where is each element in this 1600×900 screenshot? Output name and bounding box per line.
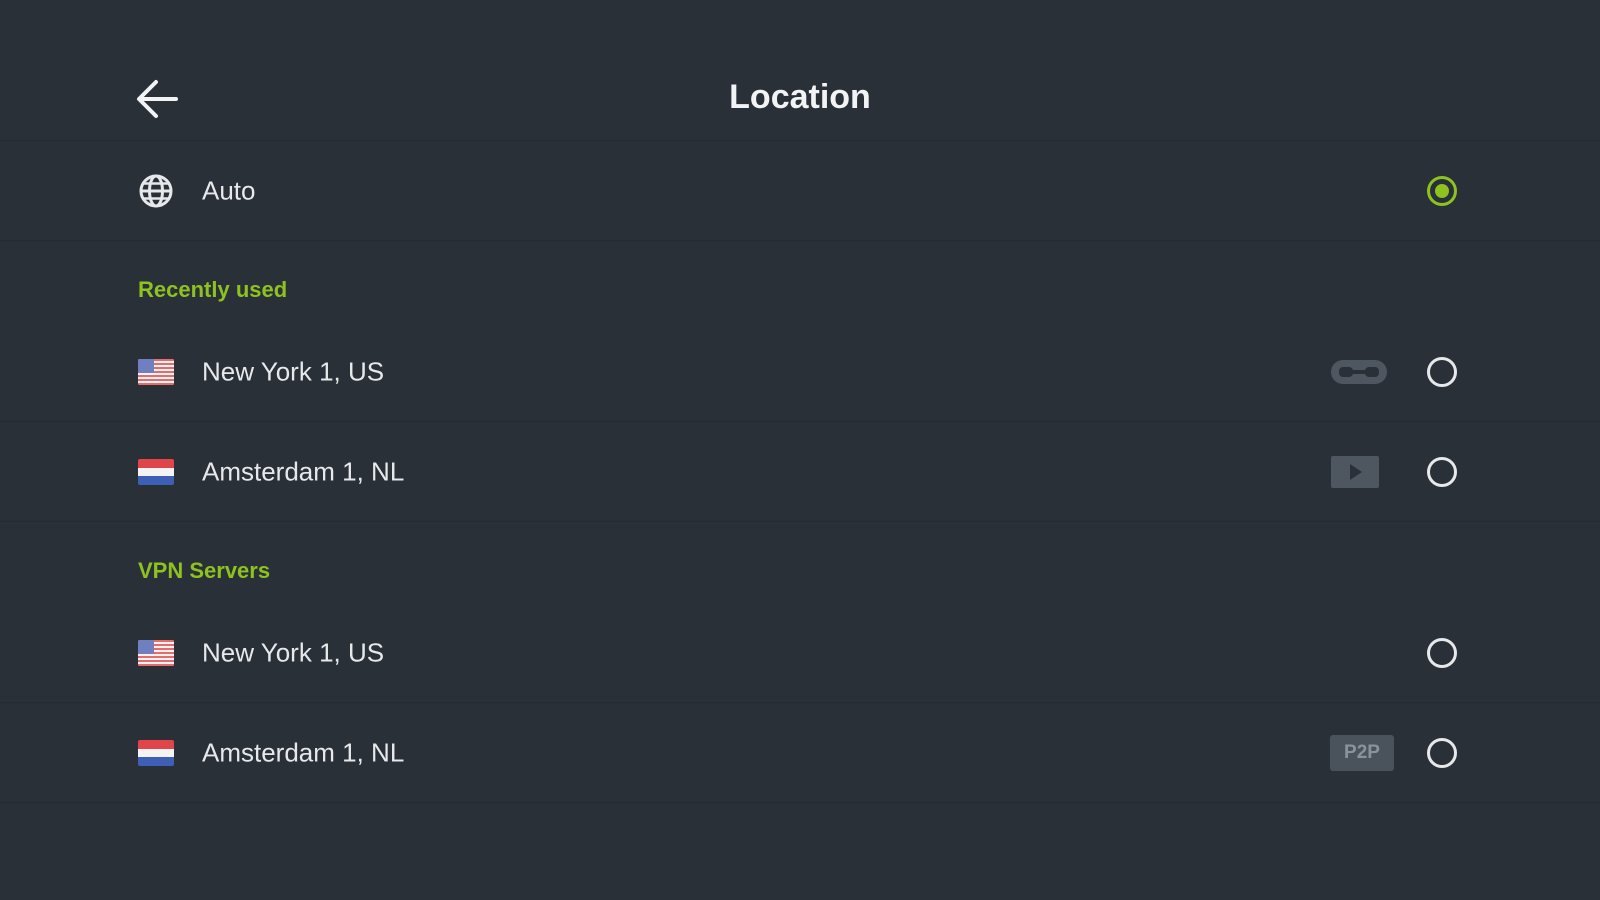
page-title: Location <box>729 78 871 116</box>
globe-icon <box>138 173 174 209</box>
auto-label: Auto <box>202 175 256 205</box>
section-title: VPN Servers <box>138 558 271 583</box>
us-flag-icon <box>138 635 174 671</box>
nl-flag-icon <box>138 735 174 771</box>
server-row-recent-new-york[interactable]: New York 1, US <box>0 322 1600 422</box>
server-radio[interactable] <box>1427 737 1457 768</box>
server-label: New York 1, US <box>202 356 385 386</box>
server-radio[interactable] <box>1427 456 1457 487</box>
auto-radio[interactable] <box>1427 175 1457 206</box>
server-row-amsterdam[interactable]: Amsterdam 1, NL P2P <box>0 703 1600 803</box>
header: Location <box>0 0 1600 141</box>
auto-option[interactable]: Auto <box>0 141 1600 241</box>
p2p-badge: P2P <box>1330 734 1394 771</box>
server-row-new-york[interactable]: New York 1, US <box>0 603 1600 703</box>
secure-core-icon <box>1330 354 1388 390</box>
server-label: Amsterdam 1, NL <box>202 456 405 486</box>
p2p-badge-label: P2P <box>1330 734 1394 771</box>
us-flag-icon <box>138 354 174 390</box>
nl-flag-icon <box>138 454 174 490</box>
server-radio[interactable] <box>1427 356 1457 387</box>
streaming-icon <box>1330 454 1380 490</box>
section-header-recently-used: Recently used <box>0 241 1600 322</box>
section-header-vpn-servers: VPN Servers <box>0 522 1600 603</box>
section-title: Recently used <box>138 277 288 302</box>
server-label: New York 1, US <box>202 637 385 667</box>
server-label: Amsterdam 1, NL <box>202 737 405 767</box>
location-screen: Location Auto Recently used New York 1, … <box>0 0 1600 900</box>
server-row-recent-amsterdam[interactable]: Amsterdam 1, NL <box>0 422 1600 522</box>
server-radio[interactable] <box>1427 637 1457 668</box>
